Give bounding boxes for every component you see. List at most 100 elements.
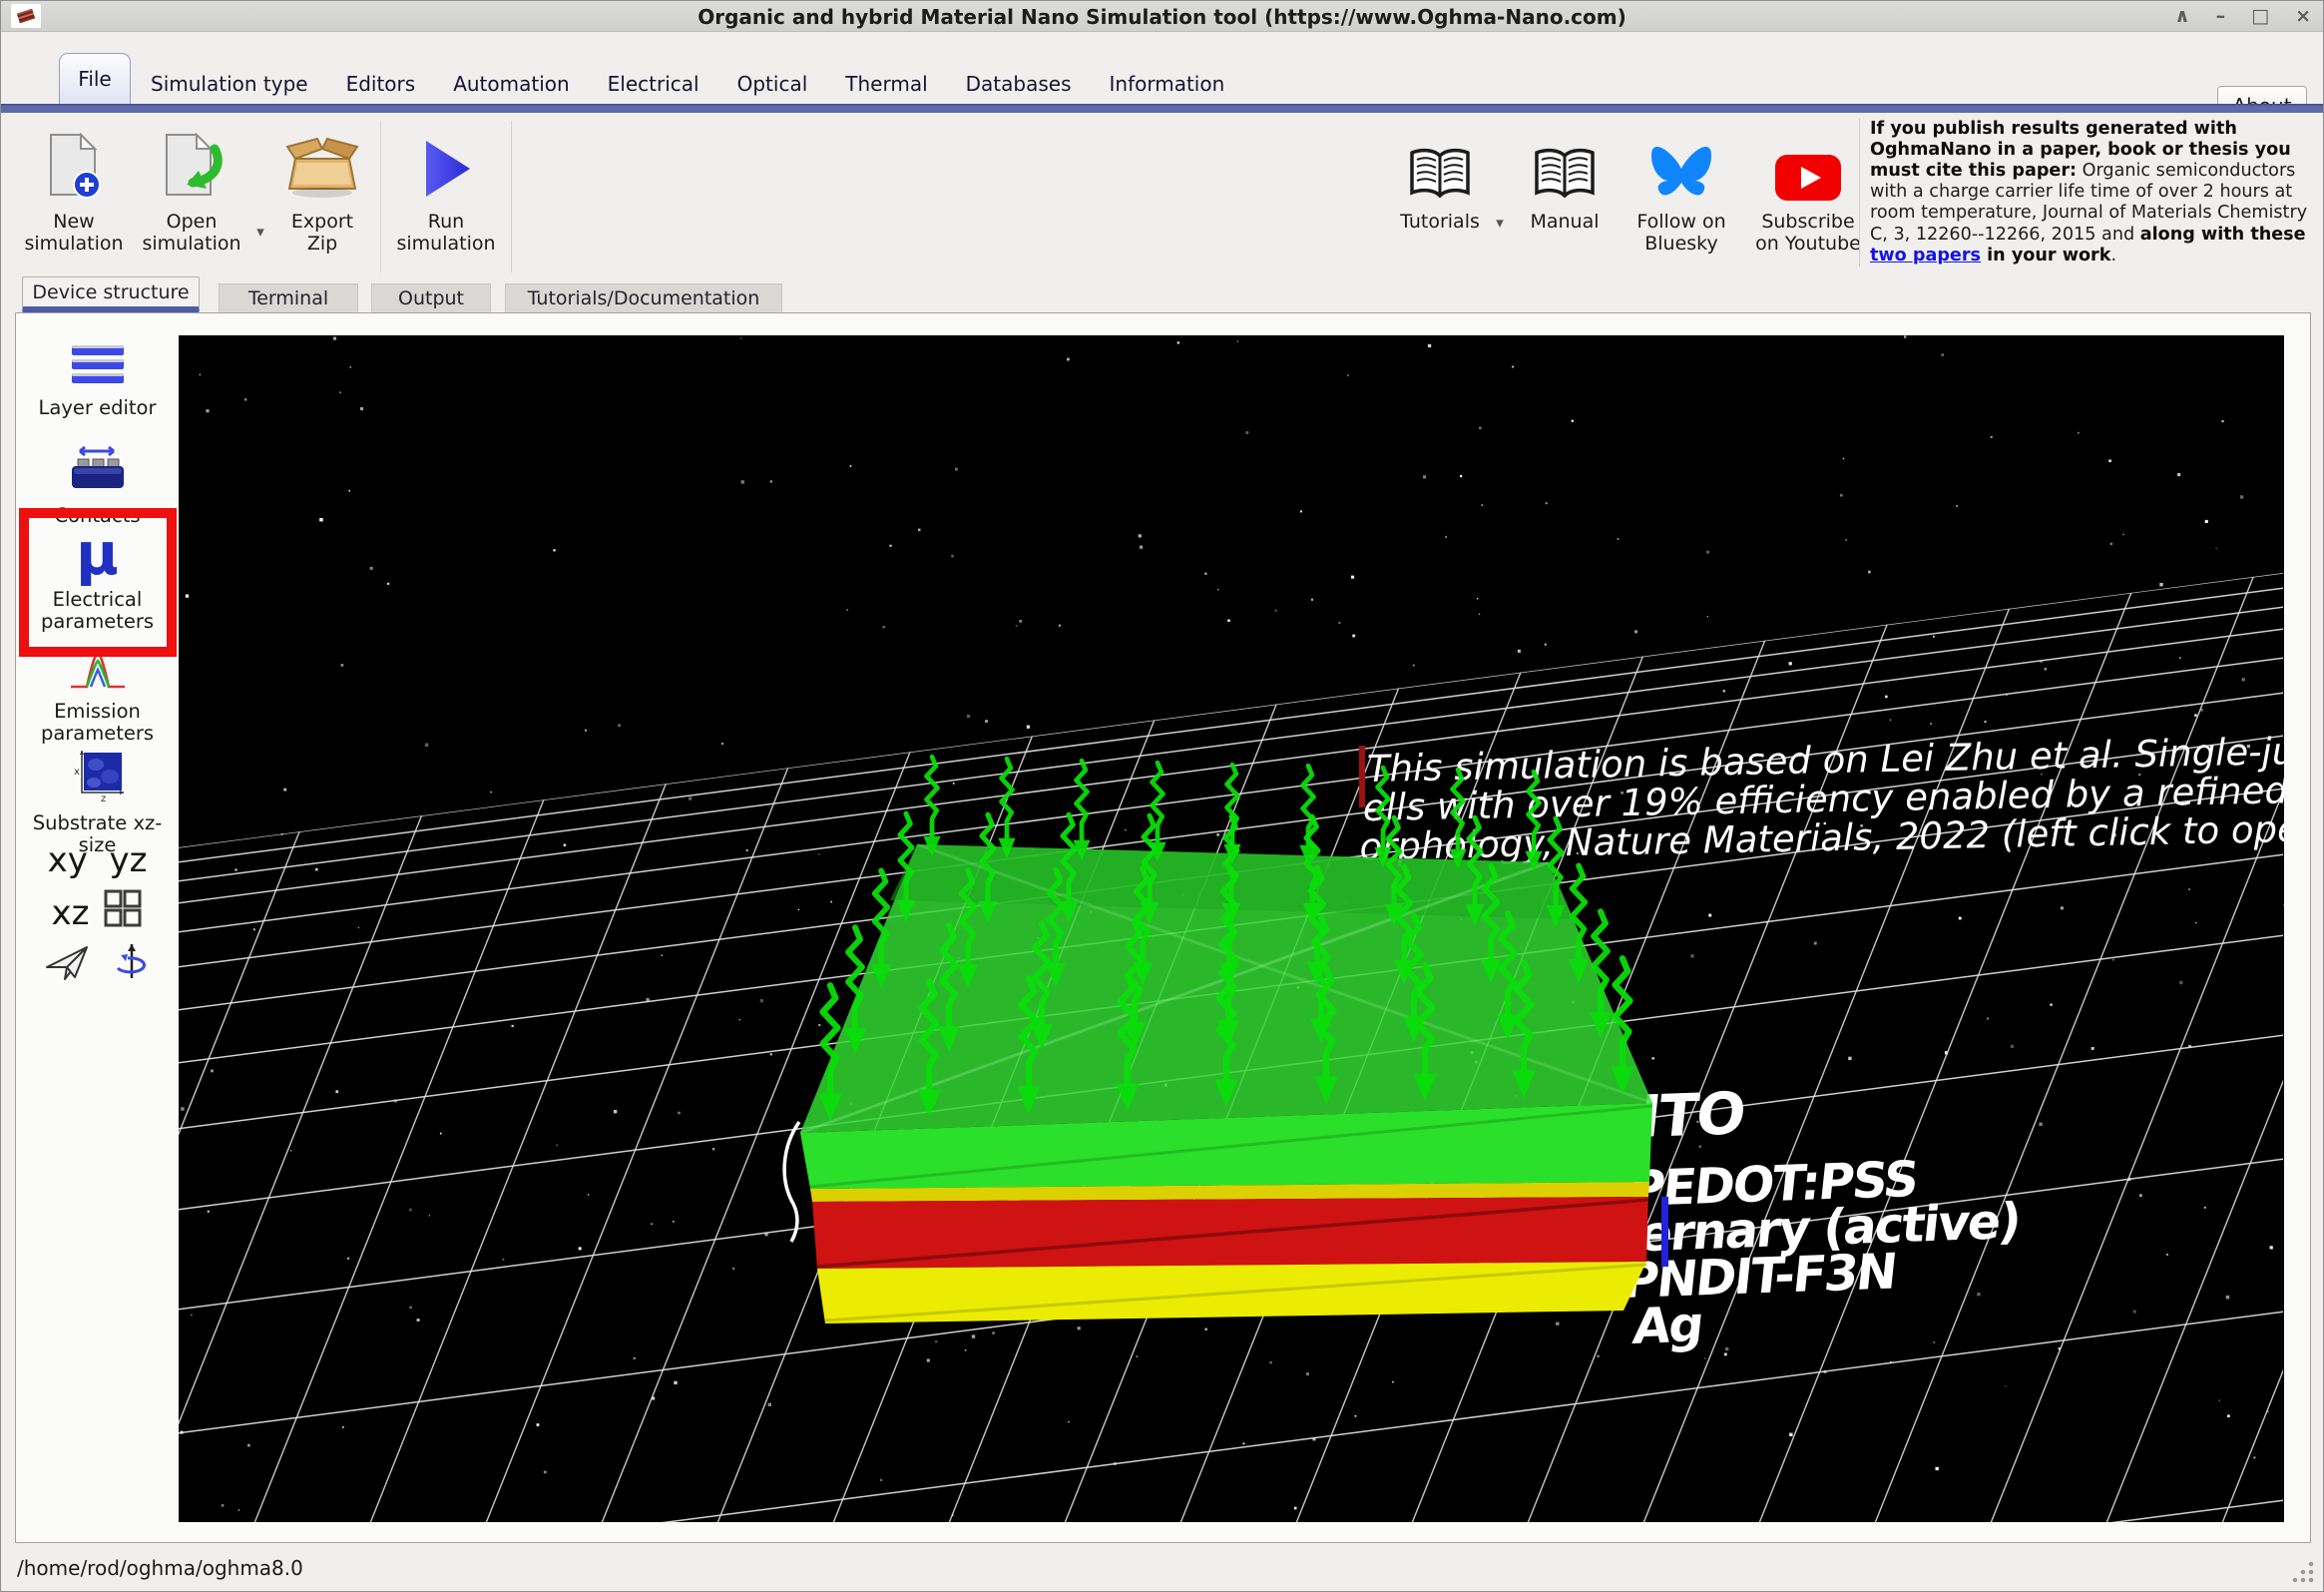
working-directory-path: /home/rod/oghma/oghma8.0: [17, 1556, 303, 1580]
menu-databases[interactable]: Databases: [966, 72, 1072, 96]
view-xz-button[interactable]: xz: [52, 893, 90, 933]
label-ag: Ag: [1630, 1296, 1705, 1355]
open-simulation-label-2: simulation: [142, 233, 240, 255]
menu-simulation-type[interactable]: Simulation type: [151, 72, 308, 96]
follow-bluesky-button[interactable]: Follow on Bluesky: [1620, 121, 1743, 256]
new-simulation-icon: [43, 121, 105, 203]
tutorials-dropdown-arrow-icon[interactable]: ▾: [1490, 214, 1510, 232]
sidebar-item-emission-parameters[interactable]: Emission parameters: [16, 649, 179, 745]
tab-output-label: Output: [398, 287, 464, 309]
app-window: Organic and hybrid Material Nano Simulat…: [0, 0, 2324, 1592]
new-simulation-label-2: simulation: [24, 233, 123, 255]
blue-axis-tick: [1661, 1197, 1668, 1267]
maximize-button[interactable]: □: [2251, 7, 2269, 26]
view-tabs: Device structure Terminal Output Tutoria…: [1, 278, 2323, 312]
statusbar: /home/rod/oghma/oghma8.0: [1, 1544, 2323, 1592]
youtube-label-1: Subscribe: [1761, 211, 1854, 233]
menu-automation[interactable]: Automation: [453, 72, 569, 96]
3d-viewport[interactable]: This simulation is based on Lei Zhu et a…: [179, 335, 2284, 1522]
3d-scene[interactable]: This simulation is based on Lei Zhu et a…: [179, 335, 2284, 1522]
rotate-view-icon[interactable]: [113, 942, 151, 988]
tab-tutorials-documentation[interactable]: Tutorials/Documentation: [505, 283, 782, 312]
svg-text:x: x: [74, 767, 80, 778]
citation-notice: If you publish results generated with Og…: [1859, 119, 2321, 266]
layer-editor-label: Layer editor: [16, 397, 179, 419]
tab-device-structure[interactable]: Device structure: [22, 276, 200, 312]
grid-view-icon[interactable]: [103, 888, 143, 937]
fly-camera-icon[interactable]: [45, 943, 91, 987]
scene-note-text[interactable]: This simulation is based on Lei Zhu et a…: [1358, 725, 2284, 868]
tab-terminal[interactable]: Terminal: [219, 283, 358, 312]
resize-grip[interactable]: [2289, 1558, 2315, 1584]
bluesky-label-2: Bluesky: [1644, 233, 1718, 255]
minimize-button[interactable]: –: [2216, 7, 2226, 26]
open-dropdown-arrow-icon[interactable]: ▾: [250, 223, 270, 241]
menu-editors[interactable]: Editors: [346, 72, 416, 96]
export-zip-icon: [283, 121, 361, 203]
export-zip-label-1: Export: [291, 211, 353, 233]
open-simulation-icon: [159, 121, 225, 203]
citation-bold-3: in your work: [1981, 246, 2110, 265]
menu-information[interactable]: Information: [1110, 72, 1225, 96]
toolbar-separator: [511, 121, 512, 272]
manual-button[interactable]: Manual: [1510, 121, 1620, 233]
run-simulation-icon: [416, 121, 476, 203]
citation-bold-2: along with these: [2140, 225, 2306, 245]
export-zip-button[interactable]: Export Zip: [270, 121, 374, 256]
toolbar-separator: [380, 121, 381, 272]
view-buttons-xz: xz: [16, 888, 179, 937]
sidebar: Layer editor Contacts μ Elec: [16, 313, 179, 1542]
tutorials-button[interactable]: Tutorials: [1390, 121, 1490, 233]
layer-editor-icon: [69, 372, 127, 391]
open-simulation-label-1: Open: [167, 211, 218, 233]
view-yz-button[interactable]: yz: [109, 840, 147, 880]
export-zip-label-2: Zip: [307, 233, 337, 255]
menu-file-label: File: [78, 67, 111, 91]
emission-parameters-label: Emission parameters: [16, 701, 179, 745]
sidebar-item-layer-editor[interactable]: Layer editor: [16, 343, 179, 419]
new-simulation-label-1: New: [53, 211, 94, 233]
window-title: Organic and hybrid Material Nano Simulat…: [1, 5, 2323, 29]
run-simulation-label-2: simulation: [396, 233, 495, 255]
bluesky-label-1: Follow on: [1636, 211, 1725, 233]
citation-two-papers-link[interactable]: two papers: [1870, 246, 1981, 265]
contacts-icon: [66, 480, 130, 499]
view-buttons-xy-yz: xy yz: [16, 840, 179, 880]
menu-thermal[interactable]: Thermal: [845, 72, 927, 96]
open-simulation-button[interactable]: Open simulation: [133, 121, 250, 256]
substrate-xz-size-icon: x z: [68, 788, 128, 806]
toolbar: New simulation Open simulation ▾: [1, 113, 2323, 278]
svg-text:z: z: [101, 794, 106, 802]
youtube-label-2: on Youtube: [1755, 233, 1861, 255]
annotation-highlight-box: [19, 508, 177, 657]
close-button[interactable]: ×: [2295, 7, 2311, 26]
view-xy-button[interactable]: xy: [48, 840, 88, 880]
tab-terminal-label: Terminal: [248, 287, 328, 309]
tab-tutorials-documentation-label: Tutorials/Documentation: [528, 287, 760, 309]
tab-device-structure-label: Device structure: [32, 281, 189, 303]
bluesky-butterfly-icon: [1649, 121, 1713, 203]
ribbon-underline: [1, 104, 2323, 113]
run-simulation-label-1: Run: [428, 211, 464, 233]
menu-optical[interactable]: Optical: [737, 72, 808, 96]
red-axis-tick: [1359, 746, 1365, 807]
menu-electrical[interactable]: Electrical: [608, 72, 699, 96]
tutorials-book-icon: [1408, 121, 1472, 203]
menubar: File Simulation type Editors Automation …: [1, 31, 2323, 104]
new-simulation-button[interactable]: New simulation: [15, 121, 133, 256]
shade-button[interactable]: ∧: [2174, 7, 2189, 26]
run-simulation-button[interactable]: Run simulation: [387, 121, 505, 256]
emission-parameters-icon: [67, 676, 129, 695]
menu-file-tab[interactable]: File: [59, 53, 131, 104]
tutorials-label: Tutorials: [1400, 211, 1480, 233]
subscribe-youtube-button[interactable]: Subscribe on Youtube: [1743, 121, 1873, 256]
view-tools-row: [16, 942, 179, 988]
device-structure-panel: Layer editor Contacts μ Elec: [15, 312, 2311, 1543]
tab-output[interactable]: Output: [371, 283, 491, 312]
manual-book-icon: [1533, 121, 1597, 203]
label-ito: ITO: [1636, 1079, 1748, 1151]
youtube-icon: [1773, 121, 1843, 203]
citation-end: .: [2110, 246, 2116, 265]
titlebar: Organic and hybrid Material Nano Simulat…: [1, 1, 2323, 32]
manual-label: Manual: [1530, 211, 1599, 233]
